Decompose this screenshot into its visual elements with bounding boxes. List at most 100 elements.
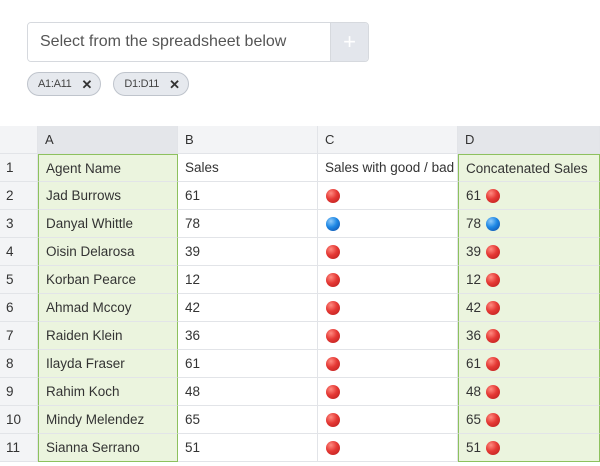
corner-cell[interactable]	[0, 126, 38, 154]
cell-concatenated-sales[interactable]: 61	[458, 182, 600, 210]
row-number[interactable]: 11	[0, 434, 38, 462]
close-icon[interactable]: ✕	[81, 78, 92, 91]
cell-concatenated-sales[interactable]: 12	[458, 266, 600, 294]
table-row: 2 Jad Burrows 61 61	[0, 182, 600, 210]
cell-sales-indicator[interactable]	[318, 434, 458, 462]
cell-sales-indicator[interactable]	[318, 182, 458, 210]
cell-sales[interactable]: 42	[178, 294, 318, 322]
red-circle-icon	[486, 300, 501, 315]
cell-concatenated-sales[interactable]: 48	[458, 378, 600, 406]
row-number[interactable]: 4	[0, 238, 38, 266]
table-row: 11 Sianna Serrano 51 51	[0, 434, 600, 462]
cell-sales-indicator[interactable]: Sales with good / bad	[318, 154, 458, 182]
row-number[interactable]: 7	[0, 322, 38, 350]
cell-sales-indicator[interactable]	[318, 406, 458, 434]
table-row: 8 Ilayda Fraser 61 61	[0, 350, 600, 378]
range-chip-label: A1:A11	[38, 78, 72, 90]
cell-concatenated-sales[interactable]: Concatenated Sales	[458, 154, 600, 182]
plus-icon: +	[343, 29, 356, 54]
cell-agent-name[interactable]: Korban Pearce	[38, 266, 178, 294]
cell-agent-name[interactable]: Oisin Delarosa	[38, 238, 178, 266]
row-number[interactable]: 2	[0, 182, 38, 210]
red-circle-icon	[326, 188, 340, 203]
cell-sales[interactable]: 65	[178, 406, 318, 434]
cell-agent-name[interactable]: Mindy Melendez	[38, 406, 178, 434]
range-input[interactable]	[28, 23, 330, 61]
column-header-a[interactable]: A	[38, 126, 178, 154]
red-circle-icon	[326, 384, 340, 399]
cell-agent-name[interactable]: Rahim Koch	[38, 378, 178, 406]
red-circle-icon	[326, 356, 340, 371]
cell-text: 61	[466, 188, 482, 203]
table-row: 9 Rahim Koch 48 48	[0, 378, 600, 406]
red-circle-icon	[326, 412, 340, 427]
cell-agent-name[interactable]: Ahmad Mccoy	[38, 294, 178, 322]
column-header-c[interactable]: C	[318, 126, 458, 154]
cell-sales[interactable]: 51	[178, 434, 318, 462]
cell-concatenated-sales[interactable]: 42	[458, 294, 600, 322]
cell-agent-name[interactable]: Danyal Whittle	[38, 210, 178, 238]
cell-concatenated-sales[interactable]: 39	[458, 238, 600, 266]
cell-text: 48	[466, 384, 482, 399]
cell-sales[interactable]: 61	[178, 350, 318, 378]
cell-text: 78	[466, 216, 482, 231]
row-number[interactable]: 10	[0, 406, 38, 434]
row-number[interactable]: 9	[0, 378, 38, 406]
cell-concatenated-sales[interactable]: 78	[458, 210, 600, 238]
red-circle-icon	[326, 244, 340, 259]
cell-agent-name[interactable]: Ilayda Fraser	[38, 350, 178, 378]
cell-sales-indicator[interactable]	[318, 322, 458, 350]
cell-sales[interactable]: 61	[178, 182, 318, 210]
cell-sales-indicator[interactable]	[318, 350, 458, 378]
selected-ranges: A1:A11 ✕ D1:D11 ✕	[27, 72, 189, 96]
table-row: 3 Danyal Whittle 78 78	[0, 210, 600, 238]
close-icon[interactable]: ✕	[169, 78, 180, 91]
blue-circle-icon	[326, 216, 340, 231]
cell-text: 36	[466, 328, 482, 343]
cell-text: Sales with good / bad	[325, 160, 455, 175]
cell-sales-indicator[interactable]	[318, 238, 458, 266]
range-chip[interactable]: A1:A11 ✕	[27, 72, 102, 96]
add-range-button[interactable]: +	[330, 23, 368, 61]
table-row: 1 Agent Name Sales Sales with good / bad Con…	[0, 154, 600, 182]
row-number[interactable]: 1	[0, 154, 38, 182]
cell-agent-name[interactable]: Sianna Serrano	[38, 434, 178, 462]
row-number[interactable]: 3	[0, 210, 38, 238]
red-circle-icon	[326, 440, 340, 455]
cell-sales-indicator[interactable]	[318, 378, 458, 406]
cell-sales-indicator[interactable]	[318, 294, 458, 322]
cell-sales[interactable]: 36	[178, 322, 318, 350]
row-number[interactable]: 5	[0, 266, 38, 294]
row-number[interactable]: 8	[0, 350, 38, 378]
column-header-d[interactable]: D	[458, 126, 600, 154]
red-circle-icon	[486, 328, 501, 343]
cell-text: 65	[466, 412, 482, 427]
red-circle-icon	[486, 412, 501, 427]
table-row: 10 Mindy Melendez 65 65	[0, 406, 600, 434]
cell-text: 61	[466, 356, 482, 371]
row-number[interactable]: 6	[0, 294, 38, 322]
red-circle-icon	[326, 328, 340, 343]
cell-text: 12	[466, 272, 482, 287]
cell-concatenated-sales[interactable]: 61	[458, 350, 600, 378]
cell-sales[interactable]: 78	[178, 210, 318, 238]
cell-concatenated-sales[interactable]: 36	[458, 322, 600, 350]
cell-concatenated-sales[interactable]: 51	[458, 434, 600, 462]
cell-sales[interactable]: 12	[178, 266, 318, 294]
cell-concatenated-sales[interactable]: 65	[458, 406, 600, 434]
cell-sales[interactable]: 48	[178, 378, 318, 406]
cell-sales[interactable]: Sales	[178, 154, 318, 182]
cell-sales-indicator[interactable]	[318, 266, 458, 294]
red-circle-icon	[326, 300, 340, 315]
range-chip[interactable]: D1:D11 ✕	[113, 72, 189, 96]
cell-agent-name[interactable]: Jad Burrows	[38, 182, 178, 210]
cell-sales[interactable]: 39	[178, 238, 318, 266]
cell-sales-indicator[interactable]	[318, 210, 458, 238]
table-row: 4 Oisin Delarosa 39 39	[0, 238, 600, 266]
spreadsheet: A B C D 1 Agent Name Sales Sales with good …	[0, 126, 600, 462]
table-row: 7 Raiden Klein 36 36	[0, 322, 600, 350]
cell-agent-name[interactable]: Raiden Klein	[38, 322, 178, 350]
cell-agent-name[interactable]: Agent Name	[38, 154, 178, 182]
red-circle-icon	[486, 244, 501, 259]
column-header-b[interactable]: B	[178, 126, 318, 154]
